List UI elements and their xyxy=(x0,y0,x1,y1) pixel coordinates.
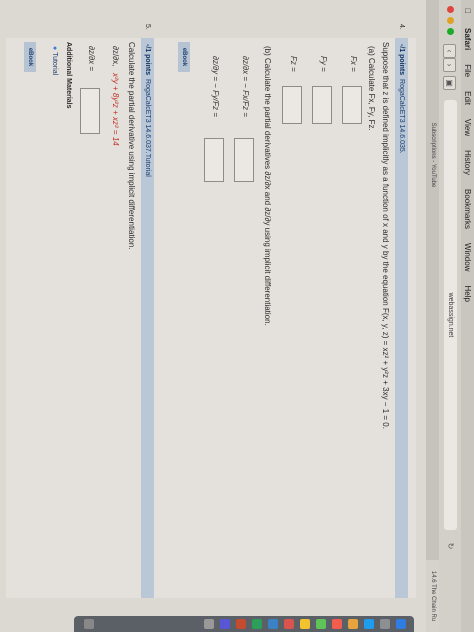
question-4-ref[interactable]: RogaCalcET3 14.6.035. xyxy=(398,79,405,154)
minimize-window-icon[interactable] xyxy=(447,17,454,24)
launchpad-icon[interactable] xyxy=(380,619,390,629)
menu-edit[interactable]: Edit xyxy=(463,91,472,105)
question-4-prompt: Suppose that z is defined implicitly as … xyxy=(381,42,390,429)
back-icon[interactable]: ‹ xyxy=(443,44,456,58)
question-5-header: 5. -/1 points RogaCalcET3 14.6.037.Tutor… xyxy=(141,24,154,598)
menu-app-name[interactable]: Safari xyxy=(463,28,472,50)
tab-webassign-label: 14.6 The Chain Ru xyxy=(430,570,436,622)
part-b-label: (b) Calculate the partial derivatives ∂z… xyxy=(263,46,272,326)
app-store-icon[interactable] xyxy=(220,619,230,629)
question-5-ref[interactable]: RogaCalcET3 14.6.037.Tutorial xyxy=(144,79,151,177)
tab-webassign[interactable]: 14.6 The Chain Ru xyxy=(426,560,439,632)
question-5-ebook-button[interactable]: eBook xyxy=(24,42,36,72)
fx-input[interactable] xyxy=(342,86,362,124)
question-4-number: 4. xyxy=(398,24,405,30)
tab-youtube[interactable]: Subscriptions - YouTube xyxy=(426,0,439,310)
question-5-equation: x²y + 8y²z + xz² = 14 xyxy=(111,73,120,146)
tutorial-label: Tutorial xyxy=(51,52,58,76)
menu-bar:  Safari File Edit View History Bookmark… xyxy=(461,0,474,632)
menu-help[interactable]: Help xyxy=(463,285,472,301)
question-5-target: ∂z/∂x, xyxy=(111,46,120,67)
dzdy-input[interactable] xyxy=(204,138,224,182)
dzdx-input[interactable] xyxy=(234,138,254,182)
question-5-statement: ∂z/∂x, x²y + 8y²z + xz² = 14 xyxy=(111,46,120,146)
tab-youtube-label: Subscriptions - YouTube xyxy=(430,122,436,188)
menu-view[interactable]: View xyxy=(463,119,472,136)
question-5-answer-input[interactable] xyxy=(80,88,100,134)
menu-window[interactable]: Window xyxy=(463,243,472,271)
menu-history[interactable]: History xyxy=(463,150,472,175)
system-preferences-icon[interactable] xyxy=(204,619,214,629)
fz-label: Fz = xyxy=(289,56,298,72)
address-bar[interactable]: webassign.net xyxy=(444,100,457,530)
browser-toolbar: ‹ › ▣ webassign.net ↻ xyxy=(438,0,461,632)
question-4-ebook-button[interactable]: eBook xyxy=(178,42,190,72)
finder-icon[interactable] xyxy=(396,619,406,629)
music-icon[interactable] xyxy=(284,619,294,629)
sidebar-toggle-icon[interactable]: ▣ xyxy=(443,76,456,90)
page-viewport: 4. -/1 points RogaCalcET3 14.6.035. Supp… xyxy=(0,0,426,632)
powerpoint-icon[interactable] xyxy=(236,619,246,629)
dzdy-label: ∂z/∂y = − Fy/Fz = xyxy=(211,56,220,118)
menu-bookmarks[interactable]: Bookmarks xyxy=(463,189,472,229)
photos-icon[interactable] xyxy=(348,619,358,629)
fz-input[interactable] xyxy=(282,86,302,124)
laptop-screen:  Safari File Edit View History Bookmark… xyxy=(0,0,474,632)
apple-icon[interactable]:  xyxy=(463,8,472,14)
calendar-icon[interactable] xyxy=(332,619,342,629)
fy-input[interactable] xyxy=(312,86,332,124)
close-window-icon[interactable] xyxy=(447,6,454,13)
fy-label: Fy = xyxy=(319,56,328,72)
address-text: webassign.net xyxy=(447,292,454,338)
safari-icon[interactable] xyxy=(364,619,374,629)
question-5-points: -/1 points xyxy=(144,44,151,76)
word-icon[interactable] xyxy=(268,619,278,629)
dzdx-label: ∂z/∂x = − Fx/Fz = xyxy=(241,56,250,118)
additional-materials-heading: Additional Materials xyxy=(65,42,72,109)
reload-icon[interactable]: ↻ xyxy=(445,540,456,552)
zoom-window-icon[interactable] xyxy=(447,28,454,35)
notes-icon[interactable] xyxy=(300,619,310,629)
tutorial-icon: ● xyxy=(51,46,58,51)
question-5-prompt: Calculate the partial derivative using i… xyxy=(127,42,136,250)
part-a-label: (a) Calculate Fx, Fy, Fz. xyxy=(367,46,376,131)
question-4-points: -/1 points xyxy=(398,44,405,76)
question-5-answer-label: ∂z/∂x = xyxy=(87,46,96,72)
excel-icon[interactable] xyxy=(252,619,262,629)
question-5-number: 5. xyxy=(144,24,151,30)
tab-bar: Subscriptions - YouTube 14.6 The Chain R… xyxy=(425,0,439,632)
assignment-content: 4. -/1 points RogaCalcET3 14.6.035. Supp… xyxy=(6,24,416,598)
question-4-header: 4. -/1 points RogaCalcET3 14.6.035. xyxy=(395,24,408,598)
trash-icon[interactable] xyxy=(84,619,94,629)
fx-label: Fx = xyxy=(349,56,358,72)
messages-icon[interactable] xyxy=(316,619,326,629)
forward-icon[interactable]: › xyxy=(443,58,456,72)
menu-file[interactable]: File xyxy=(463,64,472,77)
dock xyxy=(74,616,414,632)
tutorial-link[interactable]: ● Tutorial xyxy=(51,46,58,75)
